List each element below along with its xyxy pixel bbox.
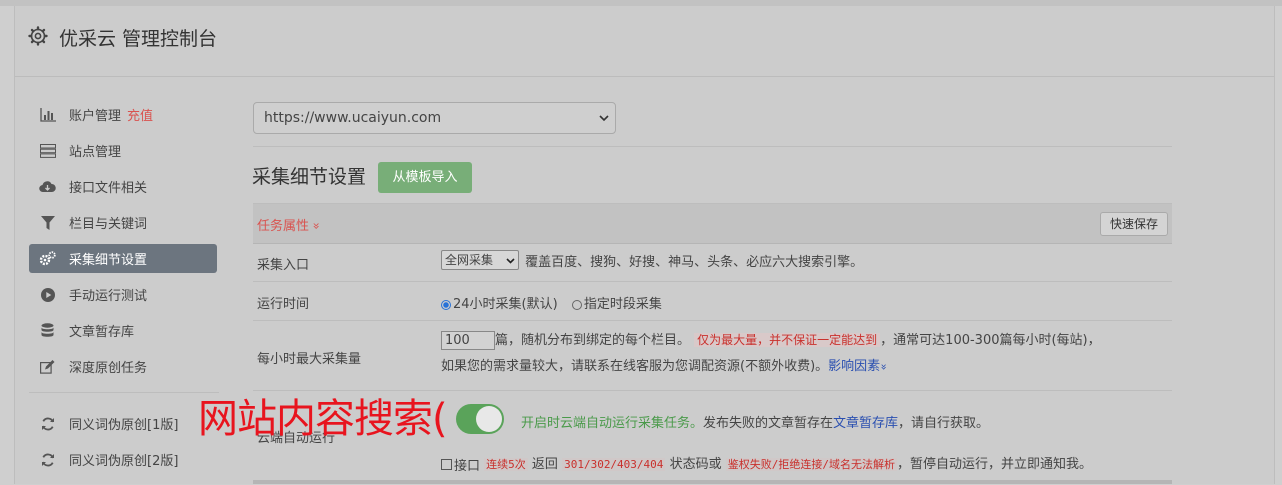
runtime-label: 运行时间 xyxy=(257,297,310,312)
cloud-run-text: 发布失败的文章暂存在 xyxy=(703,416,834,431)
sidebar-item-label: 接口文件相关 xyxy=(69,181,148,196)
import-from-template-button[interactable]: 从模板导入 xyxy=(378,162,472,193)
status-code-or-text: 状态码或 xyxy=(669,457,722,472)
play-circle-icon xyxy=(39,286,56,303)
database-icon xyxy=(39,322,56,339)
impact-factors-link[interactable]: 影响因素» xyxy=(828,359,890,374)
returns-text: 返回 xyxy=(531,457,558,472)
pause-notify-text: ，暂停自动运行，并立即通知我。 xyxy=(896,457,1092,472)
sidebar-item-label: 手动运行测试 xyxy=(69,289,148,304)
max-per-hour-label: 每小时最大采集量 xyxy=(257,352,362,367)
sidebar-item-label: 深度原创任务 xyxy=(69,361,148,376)
max-per-hour-text: 篇，随机分布到绑定的每个栏目。 xyxy=(495,333,691,348)
entry-select-value: 全网采集 xyxy=(445,253,494,267)
max-per-hour-input[interactable]: 100 xyxy=(441,331,495,350)
sidebar-item-label: 同义词伪原创[1版] xyxy=(69,418,179,433)
cloud-run-green-text: 开启时云端自动运行采集任务。 xyxy=(521,416,704,431)
sidebar-item-manual-test[interactable]: 手动运行测试 xyxy=(29,280,217,309)
recharge-link[interactable]: 充值 xyxy=(127,105,153,124)
divider xyxy=(253,146,1172,147)
status-codes: 301/302/403/404 xyxy=(562,458,666,471)
table-row: 采集入口 全网采集 覆盖百度、搜狗、好搜、神马、头条、必应六大搜索引擎。 xyxy=(253,243,1172,282)
edit-icon xyxy=(39,358,56,375)
entry-select[interactable]: 全网采集 xyxy=(441,250,519,270)
sidebar-item-label: 站点管理 xyxy=(69,145,122,160)
error-types: 鉴权失败/拒绝连接/域名无法解析 xyxy=(725,458,897,471)
max-per-hour-note: ，通常可达100-300篇每小时(每站)， xyxy=(880,333,1101,348)
toggle-knob xyxy=(476,406,502,432)
chevron-down-icon xyxy=(506,258,515,264)
sidebar-item-columns-keywords[interactable]: 栏目与关键词 xyxy=(29,208,217,237)
sidebar-item-sites[interactable]: 站点管理 xyxy=(29,136,217,165)
site-select[interactable]: https://www.ucaiyun.com xyxy=(253,102,616,134)
table-header-row: 任务属性 » 快速保存 xyxy=(253,203,1172,244)
entry-description: 覆盖百度、搜狗、好搜、神马、头条、必应六大搜索引擎。 xyxy=(525,254,864,270)
runtime-value: 24小时采集(默认) 指定时段采集 xyxy=(441,293,662,312)
sidebar-item-label: 采集细节设置 xyxy=(69,253,148,268)
chevron-down-icon xyxy=(599,115,609,122)
cloud-run-desc: 开启时云端自动运行采集任务。发布失败的文章暂存在文章暂存库，请自行获取。 xyxy=(521,412,989,431)
sidebar-item-label: 文章暂存库 xyxy=(69,325,135,340)
section-title: 采集细节设置 xyxy=(252,166,367,188)
gears-icon xyxy=(39,250,56,267)
entry-value: 全网采集 覆盖百度、搜狗、好搜、神马、头条、必应六大搜索引擎。 xyxy=(441,250,863,270)
table-row: 运行时间 24小时采集(默认) 指定时段采集 xyxy=(253,282,1172,321)
radio-24h[interactable] xyxy=(441,299,451,310)
refresh-icon xyxy=(39,451,56,468)
sidebar-item-label: 栏目与关键词 xyxy=(69,217,148,232)
radio-scheduled-label: 指定时段采集 xyxy=(583,297,662,312)
sidebar-item-account[interactable]: 账户管理 充值 xyxy=(29,100,217,129)
sidebar-item-label: 账户管理 xyxy=(69,109,122,124)
page-title: 优采云 管理控制台 xyxy=(59,28,218,50)
auto-pause-option: 接口 连续5次 返回 301/302/403/404 状态码或 鉴权失败/拒绝连… xyxy=(441,453,1092,474)
entry-label: 采集入口 xyxy=(257,258,310,273)
checkbox-label: 接口 xyxy=(454,459,481,474)
site-select-value: https://www.ucaiyun.com xyxy=(264,110,442,126)
sidebar-item-deep-original[interactable]: 深度原创任务 xyxy=(29,352,217,381)
quick-save-button[interactable]: 快速保存 xyxy=(1100,212,1168,236)
sidebar-item-label: 同义词伪原创[2版] xyxy=(69,454,179,469)
max-per-hour-value: 100 篇，随机分布到绑定的每个栏目。 仅为最大量，并不保证一定能达到 ，通常可达1… xyxy=(441,330,1101,377)
radio-24h-label: 24小时采集(默认) xyxy=(453,297,558,312)
cloud-run-toggle[interactable] xyxy=(456,404,504,434)
overlay-caption: 网站内容搜索( xyxy=(198,396,448,442)
gear-icon xyxy=(28,26,48,46)
sidebar-divider xyxy=(29,392,219,393)
task-properties-label: 任务属性 xyxy=(257,219,310,234)
sidebar-item-api-files[interactable]: 接口文件相关 xyxy=(29,172,217,201)
sidebar-item-synonym-v2[interactable]: 同义词伪原创[2版] xyxy=(29,445,217,474)
contact-note: 如果您的需求量较大，请联系在线客服为您调配资源(不额外收费)。 xyxy=(441,359,829,374)
task-properties-toggle[interactable]: 任务属性 » xyxy=(257,215,324,234)
refresh-icon xyxy=(39,415,56,432)
cloud-run-text-end: ，请自行获取。 xyxy=(898,416,990,431)
cloud-download-icon xyxy=(39,178,56,195)
sidebar-item-collect-settings[interactable]: 采集细节设置 xyxy=(29,244,217,273)
radio-scheduled[interactable] xyxy=(571,299,582,310)
impact-factors-label: 影响因素 xyxy=(828,359,881,374)
server-icon xyxy=(39,142,56,159)
max-warning: 仅为最大量，并不保证一定能达到 xyxy=(694,333,881,347)
chevron-double-down-icon: » xyxy=(309,222,324,230)
consecutive-count: 连续5次 xyxy=(484,458,528,471)
sidebar-item-article-store[interactable]: 文章暂存库 xyxy=(29,316,217,345)
table-row: 每小时最大采集量 100 篇，随机分布到绑定的每个栏目。 仅为最大量，并不保证一定… xyxy=(253,321,1172,391)
bar-chart-icon xyxy=(39,106,56,123)
filter-icon xyxy=(39,214,56,231)
table-bottom-border xyxy=(253,480,1172,484)
chevron-double-down-icon: » xyxy=(877,363,891,371)
auto-pause-checkbox[interactable] xyxy=(441,459,452,470)
article-store-link[interactable]: 文章暂存库 xyxy=(833,416,898,431)
page-header: 优采云 管理控制台 xyxy=(15,6,1274,77)
sidebar-item-synonym-v1[interactable]: 同义词伪原创[1版] xyxy=(29,409,217,438)
